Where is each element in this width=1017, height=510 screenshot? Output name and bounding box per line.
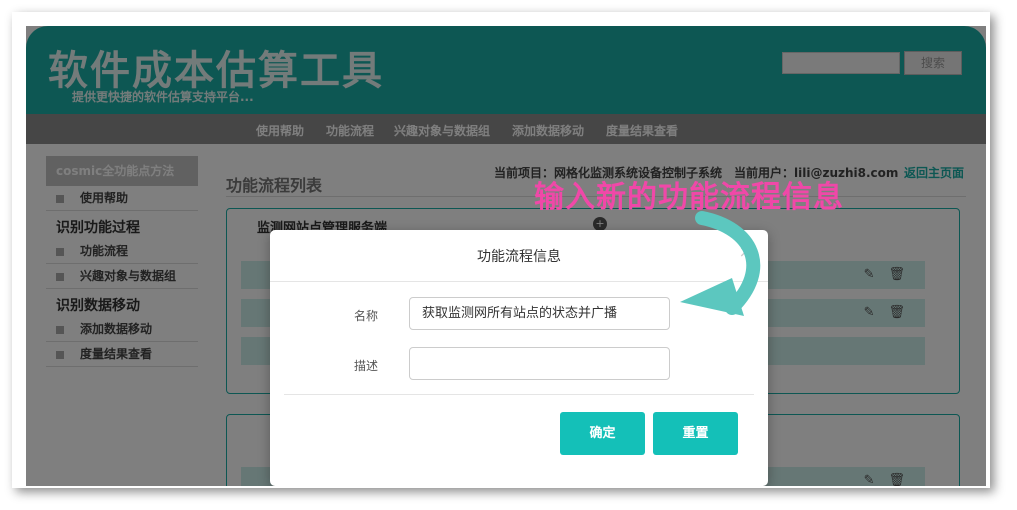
desc-label: 描述 [354,359,379,373]
name-field[interactable]: 获取监测网所有站点的状态并广播 [409,297,670,330]
name-label: 名称 [354,309,379,323]
reset-button[interactable]: 重置 [653,412,738,455]
confirm-button[interactable]: 确定 [560,412,645,455]
app-window: 软件成本估算工具 提供更快捷的软件估算支持平台... 搜索 使用帮助 功能流程 … [26,26,986,486]
screenshot-frame: 软件成本估算工具 提供更快捷的软件估算支持平台... 搜索 使用帮助 功能流程 … [12,12,990,488]
divider [284,394,754,395]
desc-field[interactable] [409,347,670,380]
arrow-annotation [680,211,761,316]
